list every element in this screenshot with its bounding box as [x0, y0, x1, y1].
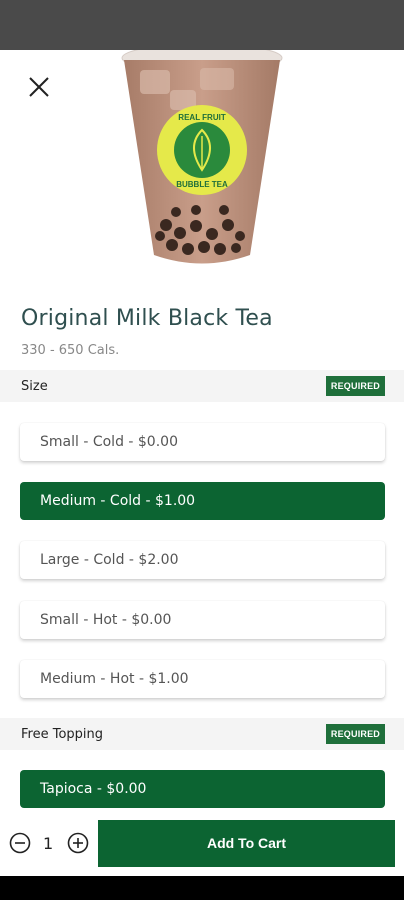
- topping-section-label: Free Topping: [21, 727, 104, 742]
- topping-option-tapioca[interactable]: Tapioca - $0.00: [20, 770, 385, 808]
- minus-circle-icon: [9, 832, 31, 854]
- option-label: Large - Cold - $2.00: [40, 552, 179, 568]
- logo-text-top: REAL FRUIT: [178, 113, 226, 122]
- close-button[interactable]: [22, 70, 56, 104]
- system-nav-bar: [0, 876, 404, 900]
- size-section-label: Size: [21, 379, 48, 394]
- size-section-header: Size REQUIRED: [0, 370, 404, 402]
- option-label: Small - Hot - $0.00: [40, 612, 172, 628]
- option-label: Medium - Cold - $1.00: [40, 493, 196, 509]
- size-option-small-hot[interactable]: Small - Hot - $0.00: [20, 601, 385, 639]
- product-image: REAL FRUIT BUBBLE TEA: [0, 50, 404, 290]
- size-option-small-cold[interactable]: Small - Cold - $0.00: [20, 423, 385, 461]
- decrease-quantity-button[interactable]: [9, 832, 31, 854]
- increase-quantity-button[interactable]: [67, 832, 89, 854]
- size-option-medium-hot[interactable]: Medium - Hot - $1.00: [20, 660, 385, 698]
- required-badge: REQUIRED: [325, 376, 385, 396]
- logo-text-bottom: BUBBLE TEA: [176, 180, 228, 189]
- quantity-value: 1: [43, 834, 54, 853]
- option-label: Medium - Hot - $1.00: [40, 671, 189, 687]
- required-badge: REQUIRED: [325, 724, 385, 744]
- option-label: Tapioca - $0.00: [40, 781, 147, 797]
- close-icon: [29, 77, 49, 97]
- size-option-large-cold[interactable]: Large - Cold - $2.00: [20, 541, 385, 579]
- option-label: Small - Cold - $0.00: [40, 434, 178, 450]
- plus-circle-icon: [67, 832, 89, 854]
- topping-section-header: Free Topping REQUIRED: [0, 718, 404, 750]
- product-title: Original Milk Black Tea: [21, 306, 273, 331]
- calorie-range: 330 - 650 Cals.: [21, 343, 120, 358]
- status-bar: [0, 0, 404, 50]
- size-option-medium-cold[interactable]: Medium - Cold - $1.00: [20, 482, 385, 520]
- add-to-cart-button[interactable]: Add To Cart: [98, 820, 395, 867]
